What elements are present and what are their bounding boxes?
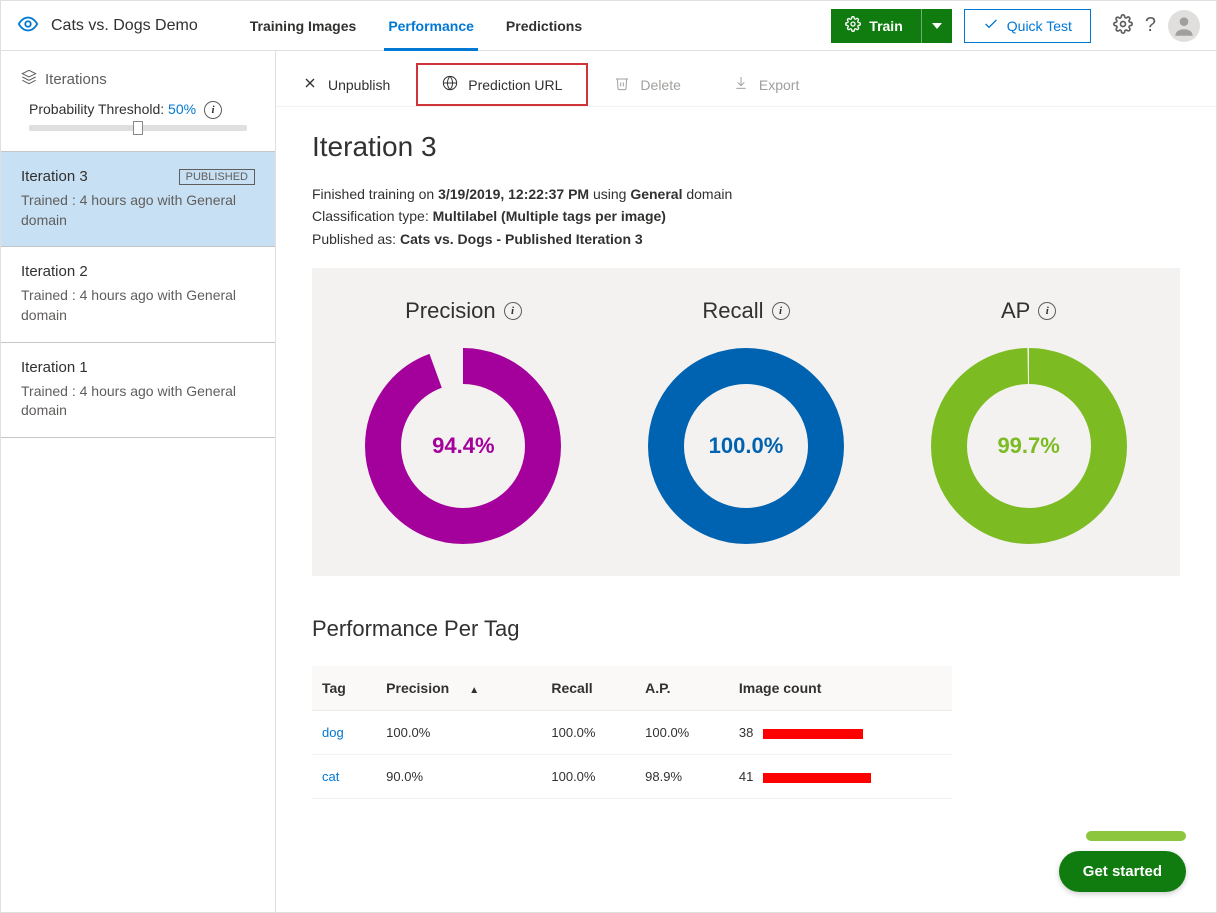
metric-value: 99.7%	[929, 346, 1129, 546]
trash-icon	[614, 75, 630, 94]
cell-image-count: 41	[729, 755, 952, 799]
iteration-meta: Finished training on 3/19/2019, 12:22:37…	[312, 183, 1180, 250]
main-content: Unpublish Prediction URL Delete Export I…	[276, 51, 1216, 912]
settings-icon[interactable]	[1113, 14, 1133, 37]
metric-precision: Precision i 94.4%	[363, 298, 563, 546]
prediction-url-button[interactable]: Prediction URL	[416, 63, 588, 106]
info-icon[interactable]: i	[504, 302, 522, 320]
metric-value: 100.0%	[646, 346, 846, 546]
sidebar-title: Iterations	[45, 71, 107, 88]
iteration-subtitle: Trained : 4 hours ago with General domai…	[21, 382, 255, 421]
table-header[interactable]: Recall	[541, 666, 635, 711]
iteration-title: Iteration 3	[312, 131, 1180, 163]
globe-icon	[442, 75, 458, 94]
project-title: Cats vs. Dogs Demo	[51, 17, 198, 35]
donut-chart: 99.7%	[929, 346, 1129, 546]
iteration-item[interactable]: Iteration 3 PUBLISHED Trained : 4 hours ag…	[1, 151, 275, 247]
delete-button: Delete	[588, 63, 706, 106]
sidebar-header: Iterations	[1, 51, 275, 101]
iteration-name: Iteration 1	[21, 359, 88, 376]
performance-per-tag-title: Performance Per Tag	[312, 616, 1180, 642]
tab-predictions[interactable]: Predictions	[506, 1, 582, 50]
unpublish-button[interactable]: Unpublish	[276, 63, 416, 106]
tag-link[interactable]: dog	[322, 725, 344, 740]
iteration-subtitle: Trained : 4 hours ago with General domai…	[21, 286, 255, 325]
app-header: Cats vs. Dogs Demo Training Images Perfo…	[1, 1, 1216, 51]
cell-recall: 100.0%	[541, 755, 635, 799]
donut-chart: 94.4%	[363, 346, 563, 546]
donut-chart: 100.0%	[646, 346, 846, 546]
help-icon[interactable]: ?	[1145, 14, 1156, 37]
metric-title: Recall i	[646, 298, 846, 324]
threshold-value: 50%	[168, 101, 196, 117]
train-dropdown-caret[interactable]	[921, 9, 952, 43]
quick-test-label: Quick Test	[1007, 18, 1072, 34]
tag-link[interactable]: cat	[322, 769, 339, 784]
iteration-item[interactable]: Iteration 1 Trained : 4 hours ago with Ge…	[1, 343, 275, 438]
tab-performance[interactable]: Performance	[388, 1, 474, 50]
table-header[interactable]: Image count	[729, 666, 952, 711]
threshold-slider[interactable]	[29, 125, 247, 131]
info-icon[interactable]: i	[1038, 302, 1056, 320]
cell-ap: 100.0%	[635, 711, 729, 755]
cell-ap: 98.9%	[635, 755, 729, 799]
count-bar-icon	[763, 773, 871, 783]
nav-tabs: Training Images Performance Predictions	[250, 1, 582, 50]
cell-recall: 100.0%	[541, 711, 635, 755]
iteration-toolbar: Unpublish Prediction URL Delete Export	[276, 51, 1216, 107]
iteration-name: Iteration 2	[21, 263, 88, 280]
iteration-name: Iteration 3	[21, 168, 88, 185]
threshold-label: Probability Threshold:	[29, 101, 164, 117]
info-icon[interactable]: i	[772, 302, 790, 320]
train-button[interactable]: Train	[831, 9, 951, 43]
cell-precision: 100.0%	[376, 711, 541, 755]
table-header[interactable]: Tag	[312, 666, 376, 711]
iteration-item[interactable]: Iteration 2 Trained : 4 hours ago with Ge…	[1, 247, 275, 342]
cell-precision: 90.0%	[376, 755, 541, 799]
quick-test-button[interactable]: Quick Test	[964, 9, 1091, 43]
user-avatar[interactable]	[1168, 10, 1200, 42]
tab-training-images[interactable]: Training Images	[250, 1, 357, 50]
progress-pill-icon	[1086, 831, 1186, 841]
metric-recall: Recall i 100.0%	[646, 298, 846, 546]
published-badge: PUBLISHED	[179, 169, 255, 185]
iterations-sidebar: Iterations Probability Threshold: 50% i …	[1, 51, 276, 912]
customvision-logo-icon	[17, 13, 39, 38]
cell-image-count: 38	[729, 711, 952, 755]
metrics-panel: Precision i 94.4% Recall i 100.0% AP i 9…	[312, 268, 1180, 576]
sort-arrow-icon: ▲	[469, 685, 479, 696]
table-header[interactable]: Precision▲	[376, 666, 541, 711]
table-header[interactable]: A.P.	[635, 666, 729, 711]
metric-value: 94.4%	[363, 346, 563, 546]
train-button-label: Train	[869, 18, 902, 34]
download-icon	[733, 75, 749, 94]
metric-title: AP i	[929, 298, 1129, 324]
check-icon	[983, 16, 999, 35]
export-button: Export	[707, 63, 825, 106]
gear-icon	[845, 16, 861, 35]
metric-title: Precision i	[363, 298, 563, 324]
get-started-button[interactable]: Get started	[1059, 851, 1186, 892]
threshold-control: Probability Threshold: 50% i	[1, 101, 275, 151]
metric-ap: AP i 99.7%	[929, 298, 1129, 546]
layers-icon	[21, 69, 37, 89]
table-row: cat 90.0% 100.0% 98.9% 41	[312, 755, 952, 799]
close-icon	[302, 75, 318, 94]
iteration-subtitle: Trained : 4 hours ago with General domai…	[21, 191, 255, 230]
count-bar-icon	[763, 729, 863, 739]
performance-table: TagPrecision▲RecallA.P.Image count dog 1…	[312, 666, 952, 799]
threshold-info-icon[interactable]: i	[204, 101, 222, 119]
table-row: dog 100.0% 100.0% 100.0% 38	[312, 711, 952, 755]
